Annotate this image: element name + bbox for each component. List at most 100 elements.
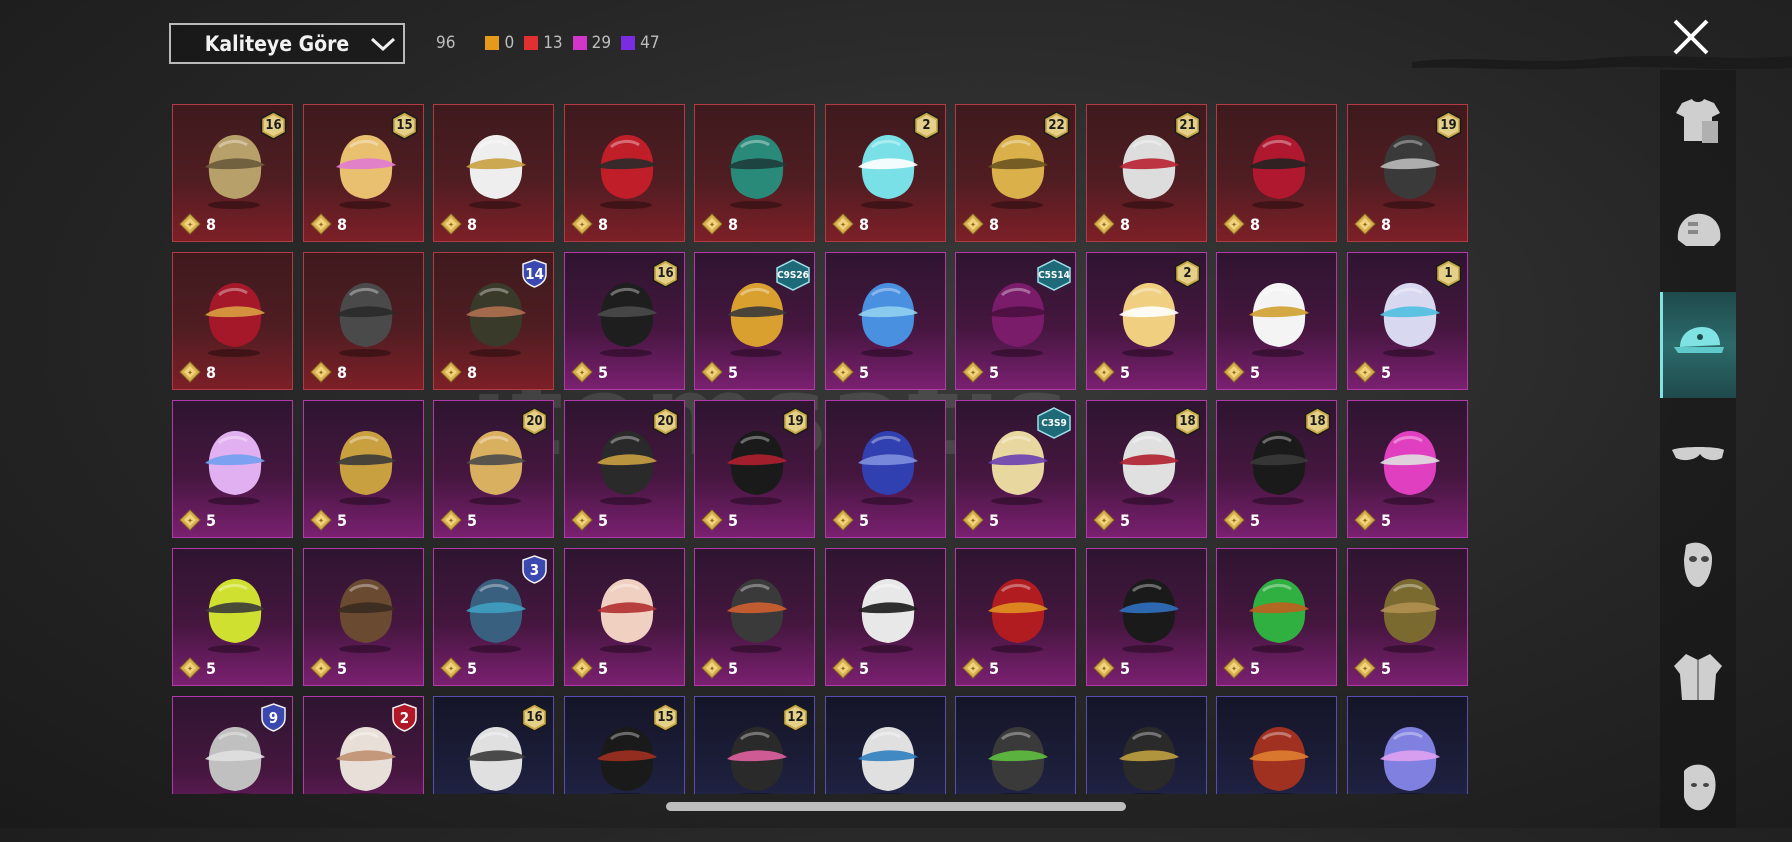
item-price-value: 5 <box>337 658 348 678</box>
item-card[interactable]: ✦ 8 <box>433 104 554 242</box>
coin-icon: ✦ <box>310 213 332 235</box>
item-card[interactable] <box>1347 696 1468 794</box>
item-card[interactable]: 19 ✦ 8 <box>1347 104 1468 242</box>
item-card[interactable]: 19 ✦ 5 <box>694 400 815 538</box>
item-card[interactable]: 15 <box>564 696 685 794</box>
coin-icon: ✦ <box>1093 361 1115 383</box>
svg-text:✦: ✦ <box>709 665 715 673</box>
item-card[interactable]: ✦ 5 <box>303 548 424 686</box>
svg-text:✦: ✦ <box>1362 221 1368 229</box>
item-card[interactable]: 2 ✦ 5 <box>1086 252 1207 390</box>
item-badge: C5S14 <box>1036 259 1072 291</box>
item-price-value: 5 <box>728 658 739 678</box>
item-card[interactable]: ✦ 5 <box>1086 548 1207 686</box>
sort-dropdown[interactable]: Kaliteye Göre <box>169 23 405 64</box>
scrollbar[interactable] <box>666 802 1126 811</box>
cap-mask-icon <box>326 275 404 359</box>
svg-text:✦: ✦ <box>1362 517 1368 525</box>
item-card[interactable]: C5S14 ✦ 5 <box>955 252 1076 390</box>
item-card[interactable]: ✦ 8 <box>303 252 424 390</box>
item-card[interactable]: 15 ✦ 8 <box>303 104 424 242</box>
blue-bird-hat-icon <box>848 275 926 359</box>
sidebar-tab-helmet[interactable] <box>1660 181 1736 287</box>
sidebar-tab-glasses[interactable] <box>1660 403 1736 509</box>
svg-text:✦: ✦ <box>1231 517 1237 525</box>
item-card[interactable]: ✦ 8 <box>694 104 815 242</box>
item-badge-text: 16 <box>526 710 543 725</box>
item-badge-text: 12 <box>787 710 804 725</box>
item-card[interactable]: ✦ 5 <box>1347 548 1468 686</box>
pink-visor-helmet-icon <box>1370 423 1448 507</box>
item-card[interactable]: 18 ✦ 5 <box>1216 400 1337 538</box>
item-card[interactable]: ✦ 5 <box>825 400 946 538</box>
item-card[interactable]: 12 <box>694 696 815 794</box>
item-price-value: 5 <box>206 510 217 530</box>
item-card[interactable]: 20 ✦ 5 <box>564 400 685 538</box>
item-card[interactable]: 20 ✦ 5 <box>433 400 554 538</box>
item-card[interactable]: 16 ✦ 8 <box>172 104 293 242</box>
cap-icon <box>1668 313 1728 377</box>
item-card[interactable]: 16 <box>433 696 554 794</box>
item-card[interactable]: 14 ✦ 8 <box>433 252 554 390</box>
item-price-value: 5 <box>1120 510 1131 530</box>
sidebar-tab-face[interactable] <box>1660 736 1736 842</box>
item-card[interactable]: ✦ 8 <box>564 104 685 242</box>
item-card[interactable]: 1 ✦ 5 <box>1347 252 1468 390</box>
item-card[interactable]: ✦ 5 <box>1216 548 1337 686</box>
item-card[interactable]: 16 ✦ 5 <box>564 252 685 390</box>
item-price: ✦ 5 <box>962 509 999 531</box>
aviator-cap-icon <box>1370 571 1448 655</box>
item-card[interactable]: 21 ✦ 8 <box>1086 104 1207 242</box>
coin-icon: ✦ <box>440 509 462 531</box>
svg-text:✦: ✦ <box>970 221 976 229</box>
item-price-value: 5 <box>1250 658 1261 678</box>
item-price: ✦ 8 <box>1354 213 1391 235</box>
item-price-value: 8 <box>206 362 217 382</box>
item-badge-text: 2 <box>399 708 410 727</box>
item-card[interactable]: ✦ 5 <box>564 548 685 686</box>
svg-text:✦: ✦ <box>448 221 454 229</box>
item-card[interactable] <box>1086 696 1207 794</box>
sidebar-tab-jacket[interactable] <box>1660 625 1736 731</box>
item-card[interactable]: ✦ 5 <box>172 400 293 538</box>
item-badge: 9 <box>260 703 287 732</box>
item-card[interactable]: ✦ 5 <box>1216 252 1337 390</box>
item-card[interactable]: ✦ 5 <box>825 548 946 686</box>
item-card[interactable]: ✦ 8 <box>172 252 293 390</box>
item-card[interactable]: ✦ 8 <box>1216 104 1337 242</box>
item-card[interactable]: ✦ 5 <box>694 548 815 686</box>
item-card[interactable]: 3 ✦ 5 <box>433 548 554 686</box>
coin-icon: ✦ <box>179 657 201 679</box>
item-price-value: 5 <box>989 658 1000 678</box>
item-badge: 2 <box>1174 259 1201 288</box>
item-card[interactable]: ✦ 5 <box>955 548 1076 686</box>
coin-icon: ✦ <box>571 213 593 235</box>
item-price-value: 5 <box>728 510 739 530</box>
item-card[interactable]: ✦ 5 <box>825 252 946 390</box>
coin-icon: ✦ <box>179 213 201 235</box>
item-card[interactable] <box>1216 696 1337 794</box>
item-price: ✦ 8 <box>1223 213 1260 235</box>
item-price: ✦ 5 <box>701 509 738 531</box>
item-card[interactable]: 2 ✦ 8 <box>825 104 946 242</box>
item-card[interactable]: 18 ✦ 5 <box>1086 400 1207 538</box>
item-card[interactable]: C3S9 ✦ 5 <box>955 400 1076 538</box>
item-card[interactable]: C9S26 ✦ 5 <box>694 252 815 390</box>
white-cowboy-hat-icon <box>456 127 534 211</box>
svg-text:✦: ✦ <box>1101 221 1107 229</box>
item-card[interactable]: 2 <box>303 696 424 794</box>
sidebar-tab-face-mask[interactable] <box>1660 514 1736 620</box>
sidebar-tab-cap[interactable] <box>1660 292 1736 398</box>
sidebar-tab-outfit[interactable] <box>1660 70 1736 176</box>
item-card[interactable] <box>825 696 946 794</box>
svg-text:✦: ✦ <box>448 517 454 525</box>
item-card[interactable]: 22 ✦ 8 <box>955 104 1076 242</box>
item-card[interactable]: ✦ 5 <box>303 400 424 538</box>
red-mech-helmet-icon <box>978 571 1056 655</box>
coin-icon: ✦ <box>832 361 854 383</box>
item-card[interactable] <box>955 696 1076 794</box>
item-card[interactable]: ✦ 5 <box>1347 400 1468 538</box>
item-card[interactable]: 9 <box>172 696 293 794</box>
item-card[interactable]: ✦ 5 <box>172 548 293 686</box>
brown-fedora-icon <box>326 571 404 655</box>
